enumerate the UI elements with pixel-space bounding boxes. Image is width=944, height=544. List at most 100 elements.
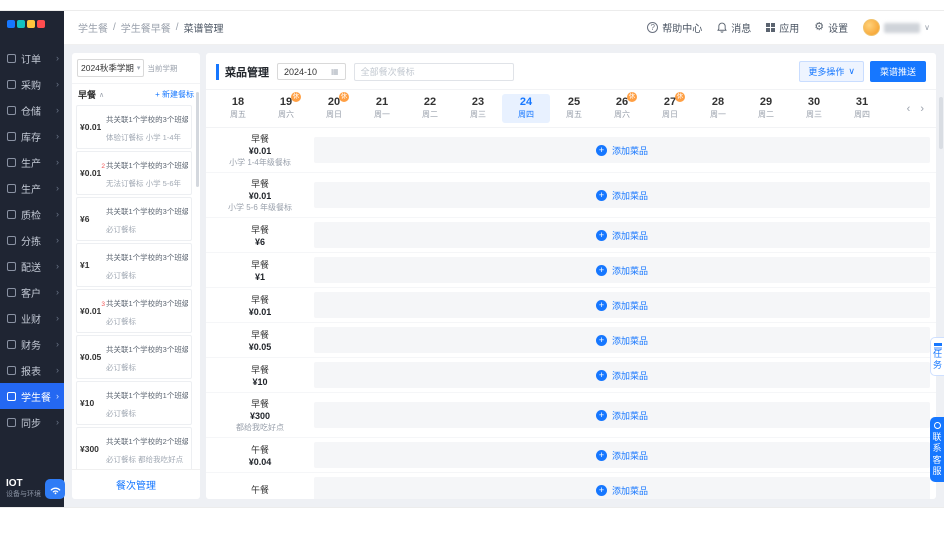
reports-icon bbox=[7, 365, 16, 375]
calendar-day[interactable]: 休 26 周六 bbox=[598, 92, 646, 123]
orders-icon bbox=[7, 53, 16, 63]
add-dish-button[interactable]: + 添加菜品 bbox=[314, 222, 930, 248]
layers-icon bbox=[933, 343, 942, 346]
sidebar-footer-iot[interactable]: IOT 设备与环境 bbox=[0, 478, 65, 499]
calendar-day-selected[interactable]: 24 周四 bbox=[502, 94, 550, 123]
breadcrumb-menu-management: 菜谱管理 bbox=[183, 24, 224, 35]
sidebar-item-production-1[interactable]: 生产 › bbox=[0, 149, 64, 175]
settings-button[interactable]: ⚙ 设置 bbox=[814, 20, 848, 36]
calendar-day[interactable]: 18 周五 bbox=[214, 94, 262, 123]
breadcrumb-breakfast[interactable]: 学生餐早餐 bbox=[121, 20, 171, 35]
breadcrumb-separator: / bbox=[175, 22, 179, 33]
calendar-day[interactable]: 29 周二 bbox=[742, 94, 790, 123]
add-dish-button[interactable]: + 添加菜品 bbox=[314, 442, 930, 468]
count-badge: 3 bbox=[101, 301, 105, 308]
sidebar-item-delivery[interactable]: 配送 › bbox=[0, 253, 64, 279]
add-dish-button[interactable]: + 添加菜品 bbox=[314, 137, 930, 163]
warehouse-icon bbox=[7, 105, 16, 115]
add-dish-button[interactable]: + 添加菜品 bbox=[314, 362, 930, 388]
meal-row: 早餐 ¥0.01 小学 5-6 年级餐标 + 添加菜品 bbox=[206, 173, 936, 218]
meal-standard-item[interactable]: ¥10 共关联1个学校的1个班级必订餐标 bbox=[76, 381, 192, 425]
meal-standard-item[interactable]: ¥0.05 共关联1个学校的3个班级必订餐标 bbox=[76, 335, 192, 379]
contact-service-side-tab[interactable]: 联系客服 bbox=[930, 417, 944, 482]
apps-button[interactable]: 应用 bbox=[766, 20, 799, 35]
caret-up-icon[interactable]: ∧ bbox=[99, 91, 104, 99]
chevron-right-icon: › bbox=[56, 157, 59, 167]
main-scrollbar[interactable] bbox=[939, 97, 943, 149]
plus-circle-icon: + bbox=[595, 449, 607, 461]
app-logo bbox=[0, 11, 64, 34]
logo-square-red bbox=[37, 20, 45, 28]
user-menu[interactable]: ∨ bbox=[863, 19, 930, 36]
new-meal-standard-link[interactable]: + 新建餐标 bbox=[155, 89, 194, 100]
chevron-right-icon: › bbox=[56, 183, 59, 193]
sidebar: 订单 › 采购 › 仓储 › 库存 › 生产 › 生产 › 质检 › 分拣 › 配送 › 客户 › … bbox=[0, 11, 65, 507]
calendar-day[interactable]: 21 周一 bbox=[358, 94, 406, 123]
sidebar-item-customers[interactable]: 客户 › bbox=[0, 279, 64, 305]
student-meals-icon bbox=[7, 391, 16, 401]
inventory-icon bbox=[7, 131, 16, 141]
user-name-blurred bbox=[884, 22, 921, 33]
left-list-scrollbar[interactable] bbox=[196, 92, 199, 187]
help-center-button[interactable]: ? 帮助中心 bbox=[647, 20, 702, 35]
add-dish-button[interactable]: + 添加菜品 bbox=[314, 477, 930, 499]
month-picker[interactable]: 2024-10 ▦ bbox=[277, 63, 346, 80]
sidebar-item-finance[interactable]: 财务 › bbox=[0, 331, 64, 357]
push-menu-button[interactable]: 菜谱推送 bbox=[869, 61, 926, 82]
finance-icon bbox=[7, 339, 16, 349]
add-dish-button[interactable]: + 添加菜品 bbox=[314, 257, 930, 283]
calendar-day[interactable]: 30 周三 bbox=[790, 94, 838, 123]
sidebar-item-business-finance[interactable]: 业财 › bbox=[0, 305, 64, 331]
calendar-day[interactable]: 休 19 周六 bbox=[262, 92, 310, 123]
add-dish-button[interactable]: + 添加菜品 bbox=[314, 182, 930, 208]
sidebar-item-procurement[interactable]: 采购 › bbox=[0, 71, 64, 97]
meal-standard-item[interactable]: ¥300 共关联1个学校的2个班级必订餐标 都给我吃好点 bbox=[76, 427, 192, 469]
sidebar-item-production-2[interactable]: 生产 › bbox=[0, 175, 64, 201]
meal-row: 早餐 ¥10 + 添加菜品 bbox=[206, 358, 936, 393]
sidebar-item-sorting[interactable]: 分拣 › bbox=[0, 227, 64, 253]
sidebar-item-label: 同步 bbox=[21, 418, 41, 430]
sidebar-item-inventory[interactable]: 库存 › bbox=[0, 123, 64, 149]
calendar-strip: 18 周五 休 19 周六 休 20 周日 21 周一 22 周二 23 周三 24 周四 25 周… bbox=[206, 90, 936, 127]
meal-standard-item[interactable]: ¥0.01 2 共关联1个学校的3个班级无法订餐标 小学 5-6年 bbox=[76, 151, 192, 195]
add-dish-button[interactable]: + 添加菜品 bbox=[314, 292, 930, 318]
messages-button[interactable]: 消息 bbox=[717, 20, 751, 35]
add-dish-button[interactable]: + 添加菜品 bbox=[314, 402, 930, 428]
procurement-icon bbox=[7, 79, 16, 89]
plus-circle-icon: + bbox=[595, 144, 607, 156]
task-side-tab[interactable]: 任务 bbox=[930, 337, 944, 376]
sidebar-item-student-meals[interactable]: 学生餐 › bbox=[0, 383, 64, 409]
sidebar-item-orders[interactable]: 订单 › bbox=[0, 45, 64, 71]
sidebar-item-label: 质检 bbox=[21, 210, 41, 222]
iot-subtitle: 设备与环境 bbox=[6, 491, 41, 498]
semester-select[interactable]: 2024秋季学期 ▾ bbox=[77, 59, 145, 77]
sidebar-item-label: 报表 bbox=[21, 366, 41, 378]
sidebar-item-reports[interactable]: 报表 › bbox=[0, 357, 64, 383]
breadcrumb-separator: / bbox=[113, 22, 116, 33]
calendar-day[interactable]: 休 27 周日 bbox=[646, 92, 694, 123]
chevron-left-icon[interactable]: ‹ bbox=[907, 103, 911, 115]
meal-standard-item[interactable]: ¥0.01 3 共关联1个学校的3个班级必订餐标 bbox=[76, 289, 192, 333]
more-actions-button[interactable]: 更多操作 ∨ bbox=[799, 61, 864, 82]
calendar-day[interactable]: 休 20 周日 bbox=[310, 92, 358, 123]
sidebar-item-label: 生产 bbox=[21, 184, 41, 196]
calendar-day[interactable]: 25 周五 bbox=[550, 94, 598, 123]
calendar-day[interactable]: 23 周三 bbox=[454, 94, 502, 123]
breadcrumb-student-meals[interactable]: 学生餐 bbox=[78, 20, 108, 35]
calendar-day[interactable]: 28 周一 bbox=[694, 94, 742, 123]
meal-standard-item[interactable]: ¥0.01 共关联1个学校的3个班级体验订餐标 小学 1-4年 bbox=[76, 105, 192, 149]
sidebar-item-quality-check[interactable]: 质检 › bbox=[0, 201, 64, 227]
logo-square-yellow bbox=[27, 20, 35, 28]
meal-session-manage-button[interactable]: 餐次管理 bbox=[72, 469, 200, 499]
add-dish-button[interactable]: + 添加菜品 bbox=[314, 327, 930, 353]
calendar-day[interactable]: 31 周四 bbox=[838, 94, 886, 123]
meal-standard-item[interactable]: ¥1 共关联1个学校的3个班级必订餐标 bbox=[76, 243, 192, 287]
chevron-right-icon[interactable]: › bbox=[920, 103, 924, 115]
sidebar-item-warehouse[interactable]: 仓储 › bbox=[0, 97, 64, 123]
calendar-day[interactable]: 22 周二 bbox=[406, 94, 454, 123]
plus-circle-icon: + bbox=[595, 334, 607, 346]
count-badge: 2 bbox=[101, 163, 105, 170]
meal-standard-filter-input[interactable] bbox=[353, 62, 514, 81]
meal-standard-item[interactable]: ¥6 共关联1个学校的3个班级必订餐标 bbox=[76, 197, 192, 241]
sidebar-item-sync[interactable]: 同步 › bbox=[0, 409, 64, 435]
